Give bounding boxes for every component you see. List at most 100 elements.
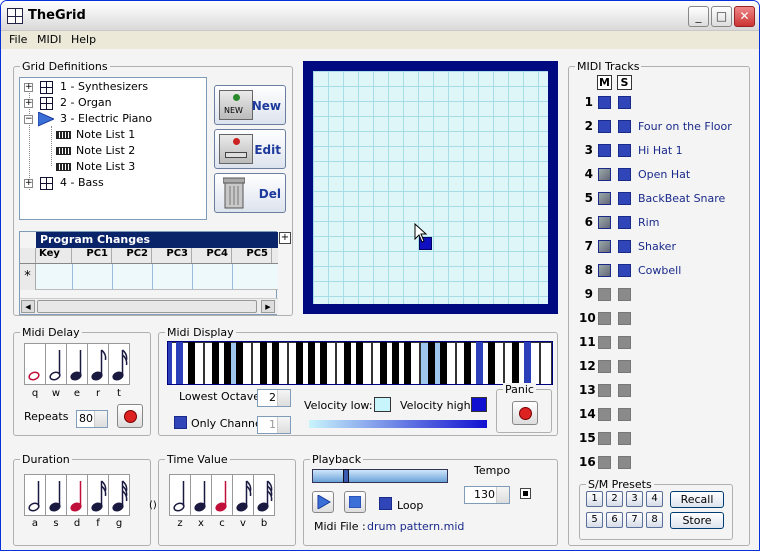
piano-black-key[interactable] bbox=[488, 342, 495, 384]
track-name[interactable]: Four on the Floor bbox=[638, 120, 732, 133]
scroll-thumb[interactable] bbox=[37, 300, 257, 313]
velocity-high-swatch[interactable] bbox=[471, 397, 487, 412]
new-button[interactable]: NEW New bbox=[214, 85, 286, 125]
mute-checkbox[interactable] bbox=[598, 360, 611, 373]
mute-checkbox[interactable] bbox=[598, 96, 611, 109]
expand-table-icon[interactable]: + bbox=[279, 232, 291, 244]
expand-icon[interactable]: + bbox=[24, 83, 33, 92]
title-bar[interactable]: TheGrid _ □ ✕ bbox=[1, 1, 759, 31]
piano-black-key[interactable] bbox=[188, 342, 195, 384]
stop-button[interactable] bbox=[344, 491, 366, 513]
track-name[interactable]: Cowbell bbox=[638, 264, 681, 277]
piano-black-key[interactable] bbox=[224, 342, 231, 384]
track-name[interactable]: Shaker bbox=[638, 240, 676, 253]
mute-header[interactable]: M bbox=[597, 75, 612, 90]
solo-checkbox[interactable] bbox=[618, 456, 631, 469]
tempo-spinner[interactable]: 130 bbox=[464, 486, 510, 504]
delay-note-button[interactable] bbox=[66, 343, 88, 385]
horizontal-scrollbar[interactable]: ◀ ▶ bbox=[20, 298, 278, 314]
play-button[interactable] bbox=[312, 491, 334, 513]
piano-black-key[interactable] bbox=[236, 342, 243, 384]
delay-note-button[interactable] bbox=[45, 343, 67, 385]
column-pc3[interactable]: PC3 bbox=[152, 248, 192, 263]
preset-button[interactable]: 8 bbox=[646, 512, 663, 528]
piano-black-key[interactable] bbox=[212, 342, 219, 384]
expand-icon[interactable]: + bbox=[24, 179, 33, 188]
column-pc2[interactable]: PC2 bbox=[112, 248, 152, 263]
duration-note-button[interactable] bbox=[108, 474, 130, 516]
solo-checkbox[interactable] bbox=[618, 336, 631, 349]
piano-black-key[interactable] bbox=[524, 342, 531, 384]
column-pc4[interactable]: PC4 bbox=[192, 248, 232, 263]
repeats-spinner[interactable]: 80 bbox=[76, 410, 108, 428]
panic-button[interactable] bbox=[512, 401, 538, 425]
solo-checkbox[interactable] bbox=[618, 312, 631, 325]
edit-button[interactable]: Edit bbox=[214, 129, 286, 169]
piano-black-key[interactable] bbox=[356, 342, 363, 384]
preset-button[interactable]: 2 bbox=[606, 491, 623, 507]
mute-checkbox[interactable] bbox=[598, 312, 611, 325]
solo-checkbox[interactable] bbox=[618, 144, 631, 157]
mute-checkbox[interactable] bbox=[598, 240, 611, 253]
mute-checkbox[interactable] bbox=[598, 432, 611, 445]
duration-note-button[interactable] bbox=[45, 474, 67, 516]
duration-note-button[interactable] bbox=[66, 474, 88, 516]
solo-checkbox[interactable] bbox=[618, 288, 631, 301]
duration-note-button[interactable] bbox=[24, 474, 46, 516]
program-changes-table[interactable]: Program Changes + Key PC1 PC2 PC3 PC4 PC… bbox=[19, 231, 291, 315]
time-value-note-button[interactable] bbox=[211, 474, 233, 516]
mute-checkbox[interactable] bbox=[598, 264, 611, 277]
store-button[interactable]: Store bbox=[670, 512, 724, 529]
collapse-icon[interactable]: − bbox=[24, 115, 33, 124]
grid-tree[interactable]: + 1 - Synthesizers + 2 - Organ − 3 - Ele… bbox=[19, 77, 207, 220]
mute-checkbox[interactable] bbox=[598, 408, 611, 421]
column-pc5[interactable]: PC5 bbox=[232, 248, 272, 263]
delay-note-button[interactable] bbox=[24, 343, 46, 385]
solo-checkbox[interactable] bbox=[618, 240, 631, 253]
column-pc1[interactable]: PC1 bbox=[72, 248, 112, 263]
minimize-button[interactable]: _ bbox=[688, 6, 709, 27]
track-name[interactable]: Rim bbox=[638, 216, 659, 229]
piano-black-key[interactable] bbox=[272, 342, 279, 384]
piano-black-key[interactable] bbox=[296, 342, 303, 384]
mute-checkbox[interactable] bbox=[598, 144, 611, 157]
close-button[interactable]: ✕ bbox=[734, 6, 755, 27]
solo-checkbox[interactable] bbox=[618, 432, 631, 445]
track-name[interactable]: Hi Hat 1 bbox=[638, 144, 683, 157]
menu-help[interactable]: Help bbox=[71, 33, 96, 46]
scroll-right-icon[interactable]: ▶ bbox=[261, 300, 275, 313]
piano-black-key[interactable] bbox=[464, 342, 471, 384]
mute-checkbox[interactable] bbox=[598, 384, 611, 397]
piano-black-key[interactable] bbox=[512, 342, 519, 384]
solo-checkbox[interactable] bbox=[618, 120, 631, 133]
mute-checkbox[interactable] bbox=[598, 192, 611, 205]
solo-checkbox[interactable] bbox=[618, 384, 631, 397]
preset-button[interactable]: 5 bbox=[586, 512, 603, 528]
progress-thumb[interactable] bbox=[342, 469, 349, 483]
menu-file[interactable]: File bbox=[9, 33, 27, 46]
solo-checkbox[interactable] bbox=[618, 408, 631, 421]
solo-checkbox[interactable] bbox=[618, 168, 631, 181]
preset-button[interactable]: 3 bbox=[626, 491, 643, 507]
track-name[interactable]: BackBeat Snare bbox=[638, 192, 725, 205]
solo-header[interactable]: S bbox=[617, 75, 632, 90]
track-name[interactable]: Open Hat bbox=[638, 168, 690, 181]
menu-midi[interactable]: MIDI bbox=[37, 33, 61, 46]
maximize-button[interactable]: □ bbox=[711, 6, 732, 27]
mute-checkbox[interactable] bbox=[598, 216, 611, 229]
piano-black-key[interactable] bbox=[428, 342, 435, 384]
only-channel-checkbox[interactable] bbox=[174, 416, 187, 429]
piano-black-key[interactable] bbox=[404, 342, 411, 384]
time-value-note-button[interactable] bbox=[190, 474, 212, 516]
preset-button[interactable]: 7 bbox=[626, 512, 643, 528]
solo-checkbox[interactable] bbox=[618, 264, 631, 277]
mute-checkbox[interactable] bbox=[598, 168, 611, 181]
column-key[interactable]: Key bbox=[36, 248, 72, 263]
scroll-left-icon[interactable]: ◀ bbox=[21, 300, 35, 313]
piano-black-key[interactable] bbox=[392, 342, 399, 384]
piano-black-key[interactable] bbox=[476, 342, 483, 384]
time-value-note-button[interactable] bbox=[232, 474, 254, 516]
recall-button[interactable]: Recall bbox=[670, 491, 724, 508]
delete-button[interactable]: Del bbox=[214, 173, 286, 213]
solo-checkbox[interactable] bbox=[618, 96, 631, 109]
